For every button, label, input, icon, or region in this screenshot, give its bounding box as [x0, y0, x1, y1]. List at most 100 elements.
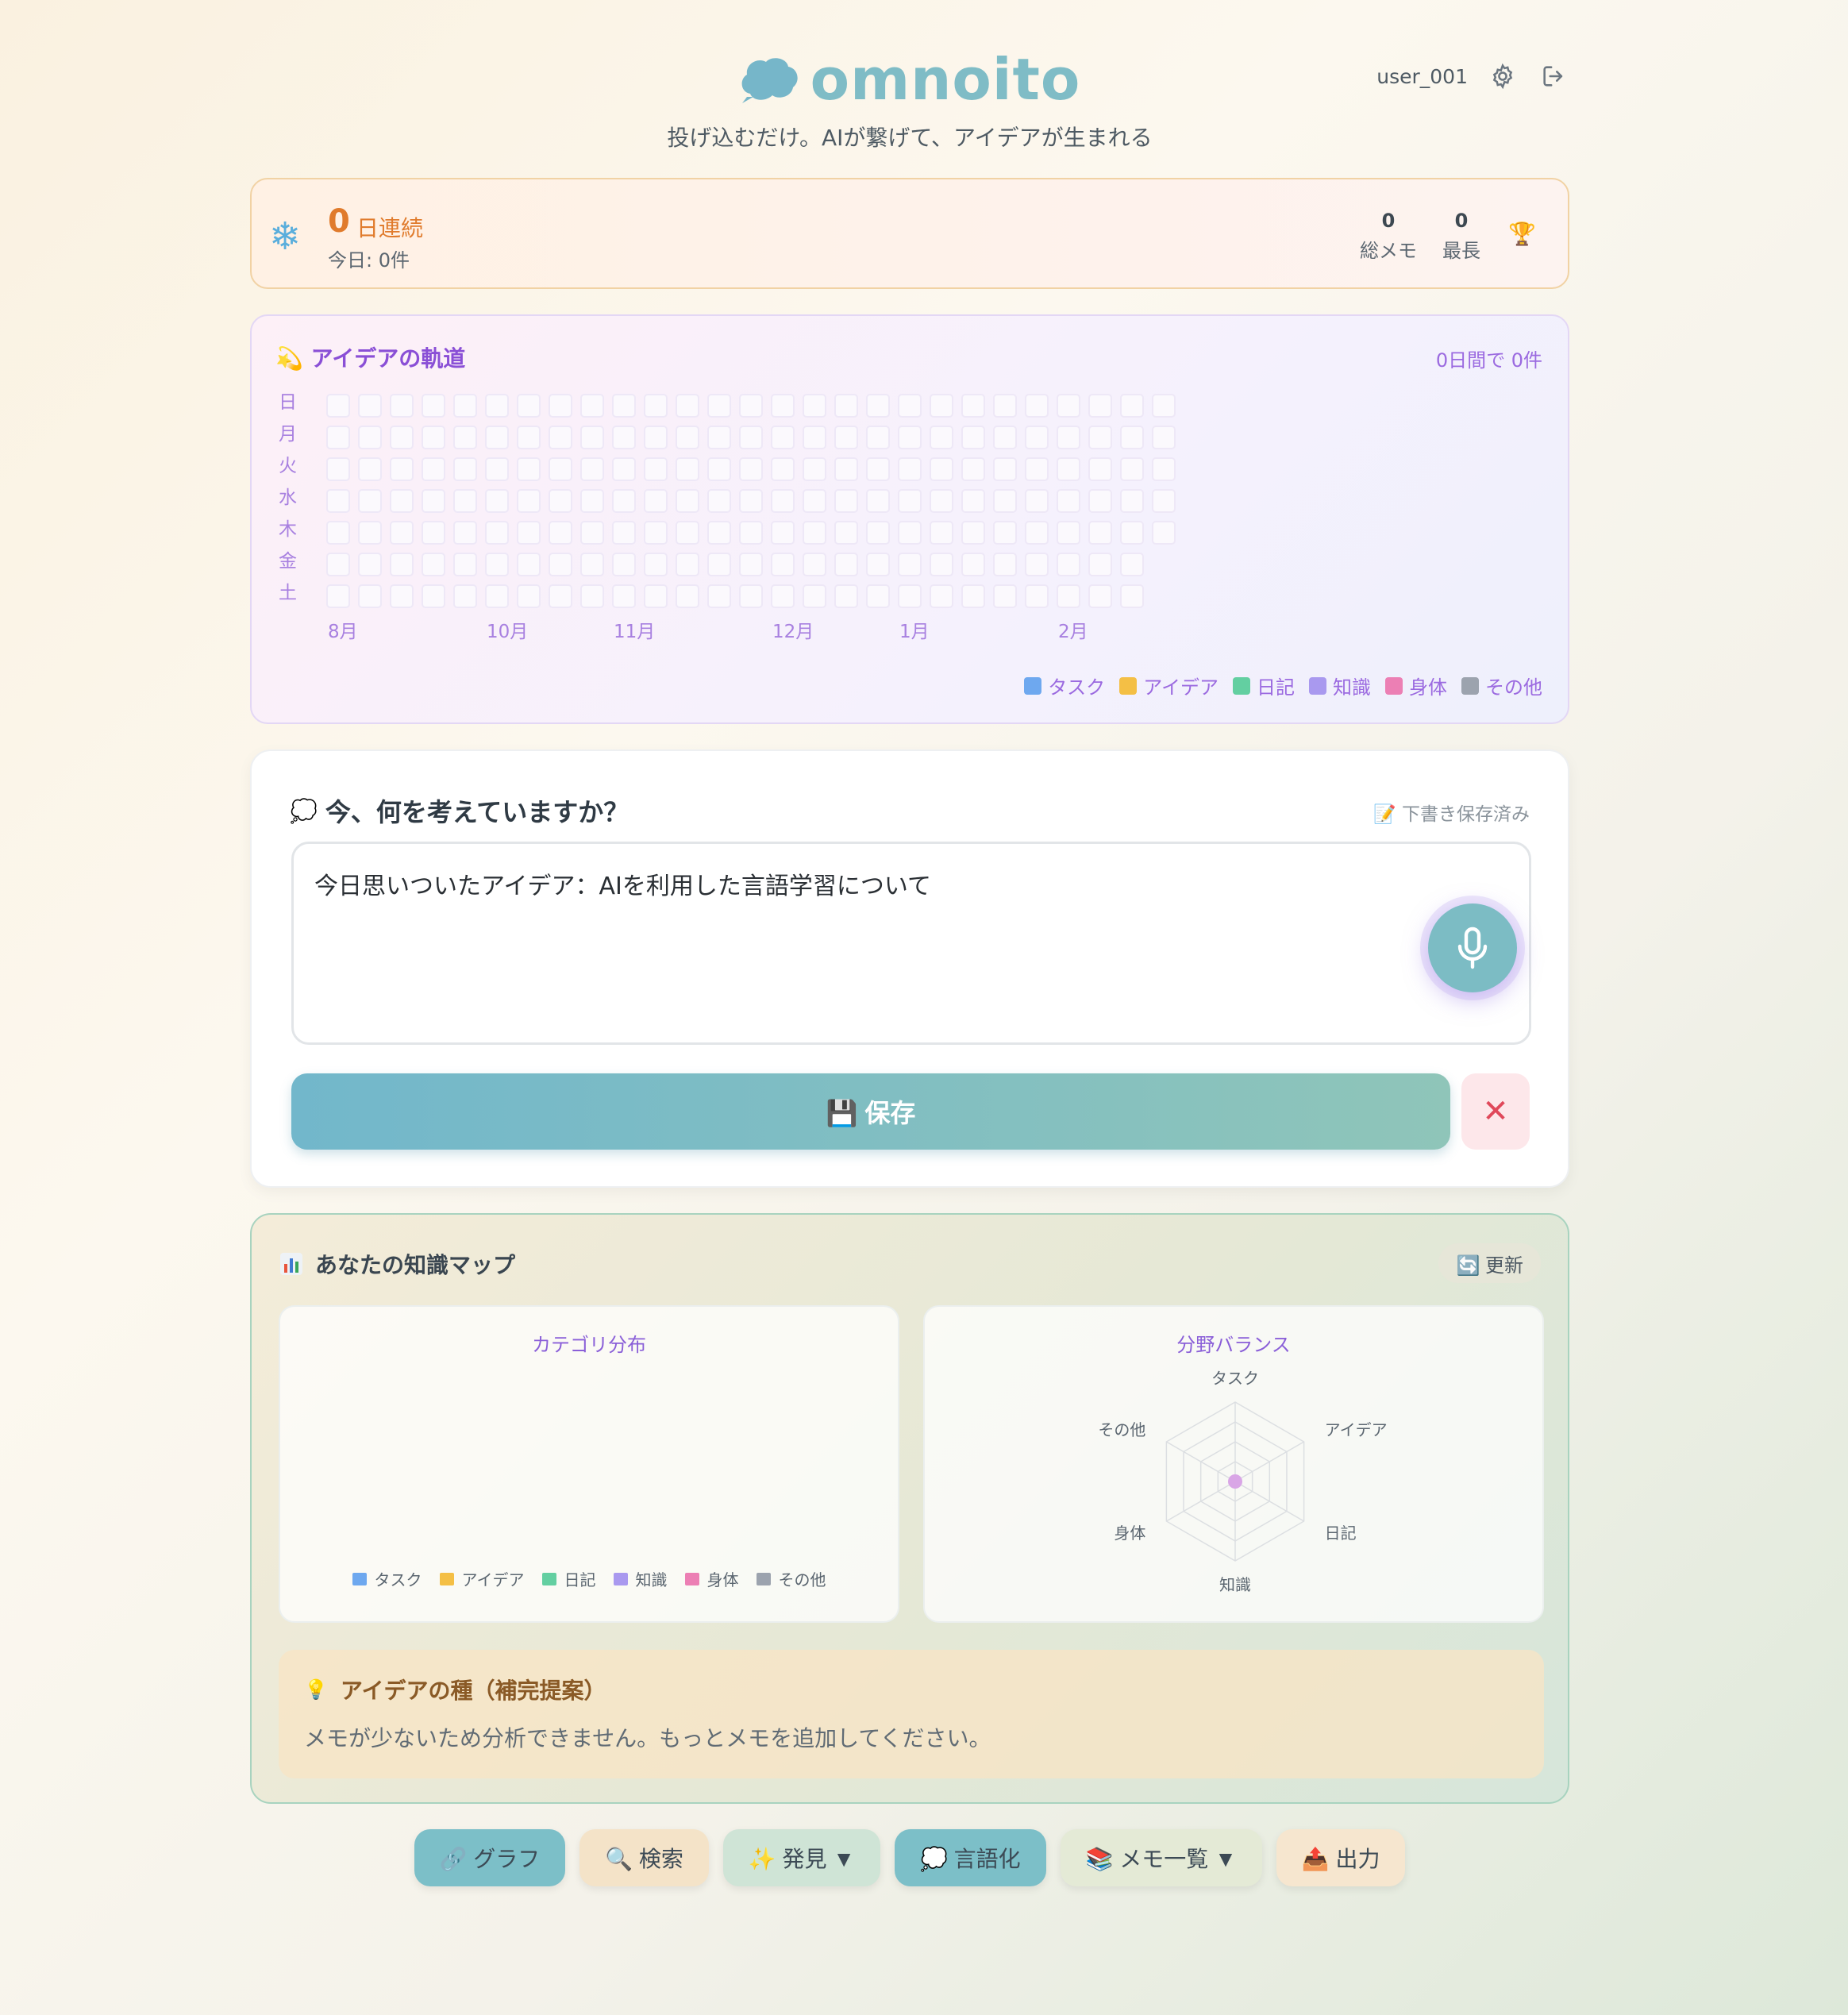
legend-label: アイデア	[461, 1570, 525, 1589]
activity-cell	[1057, 521, 1080, 545]
category-legend-item[interactable]: 知識	[613, 1567, 668, 1590]
activity-cell	[707, 426, 731, 449]
activity-cell	[993, 521, 1017, 545]
activity-cell	[422, 521, 445, 545]
category-legend-item[interactable]: アイデア	[439, 1567, 525, 1590]
month-label: 1月	[899, 622, 930, 642]
activity-cell	[612, 521, 636, 545]
activity-cell	[390, 553, 414, 576]
activity-cell	[803, 521, 826, 545]
discover-button[interactable]: ✨ 発見 ▼	[722, 1829, 880, 1886]
activity-cell	[993, 457, 1017, 481]
activity-cell	[707, 553, 731, 576]
refresh-button[interactable]: 🔄 更新	[1438, 1243, 1541, 1283]
activity-cell	[866, 394, 890, 418]
activity-cell	[961, 426, 985, 449]
legend-label: アイデア	[1143, 676, 1219, 699]
activity-cell	[485, 553, 509, 576]
activity-cell	[771, 553, 795, 576]
legend-swatch	[439, 1572, 454, 1585]
activity-cell	[549, 521, 572, 545]
legend-label: 日記	[564, 1570, 596, 1589]
kmap-title-text: あなたの知識マップ	[315, 1252, 516, 1278]
lightbulb-icon: 💡	[304, 1678, 328, 1701]
activity-cell	[549, 553, 572, 576]
activity-cell	[739, 394, 763, 418]
header: omnoito 投げ込むだけ。AIが繋げて、アイデアが生まれる user_001	[250, 0, 1569, 175]
activity-cell	[1088, 426, 1112, 449]
streak-unit: 日連続	[356, 215, 424, 241]
activity-cell	[961, 457, 985, 481]
activity-cell	[771, 457, 795, 481]
activity-cell	[517, 426, 541, 449]
activity-cell	[866, 489, 890, 513]
activity-cell	[930, 489, 953, 513]
activity-cell	[834, 553, 858, 576]
activity-cell	[549, 457, 572, 481]
activity-cell	[707, 584, 731, 608]
activity-cell	[961, 394, 985, 418]
activity-cell	[707, 521, 731, 545]
activity-cell	[961, 553, 985, 576]
activity-cell	[1025, 521, 1049, 545]
activity-cell	[676, 394, 699, 418]
graph-button[interactable]: 🔗 グラフ	[414, 1829, 566, 1886]
activity-cell	[549, 489, 572, 513]
verbalize-button[interactable]: 💭 言語化	[895, 1829, 1046, 1886]
activity-cell	[961, 584, 985, 608]
legend-label: 知識	[1333, 676, 1371, 699]
radar-axis-label: タスク	[1211, 1369, 1259, 1388]
legend-label: その他	[778, 1570, 826, 1589]
draft-status: 📝 下書き保存済み	[1373, 804, 1530, 825]
activity-cell	[1088, 394, 1112, 418]
save-button[interactable]: 💾 保存	[291, 1073, 1450, 1150]
activity-cell	[898, 584, 922, 608]
activity-cell	[644, 457, 668, 481]
clear-button[interactable]: ✕	[1461, 1073, 1530, 1150]
mic-button[interactable]	[1428, 903, 1517, 992]
streak-today: 今日: 0件	[328, 249, 410, 272]
activity-cell	[834, 584, 858, 608]
logout-icon[interactable]	[1538, 60, 1569, 92]
category-legend-item[interactable]: 日記	[541, 1567, 596, 1590]
activity-cell	[422, 553, 445, 576]
activity-cell	[993, 553, 1017, 576]
day-label: 月	[279, 424, 297, 445]
memo-list-button[interactable]: 📚 メモ一覧 ▼	[1060, 1829, 1262, 1886]
activity-cell	[390, 584, 414, 608]
activity-cell	[326, 553, 350, 576]
radar-axis-label: 知識	[1219, 1575, 1251, 1594]
activity-cell	[644, 521, 668, 545]
activity-cell	[358, 584, 382, 608]
memo-textarea[interactable]	[291, 842, 1531, 1045]
activity-cell	[803, 553, 826, 576]
export-button[interactable]: 📤 出力	[1276, 1829, 1406, 1886]
activity-cell	[898, 521, 922, 545]
activity-cell	[453, 521, 477, 545]
legend-label: 知識	[635, 1570, 668, 1589]
activity-cell	[326, 426, 350, 449]
activity-cell	[930, 394, 953, 418]
category-legend-item[interactable]: 身体	[684, 1567, 739, 1590]
idea-seed-panel: 💡 アイデアの種（補完提案） メモが少ないため分析できません。もっとメモを追加し…	[279, 1650, 1544, 1778]
activity-cell	[1057, 457, 1080, 481]
activity-cell	[707, 457, 731, 481]
activity-cell	[930, 457, 953, 481]
activity-cell	[612, 394, 636, 418]
activity-cell	[326, 489, 350, 513]
search-button[interactable]: 🔍 検索	[579, 1829, 709, 1886]
category-legend-item[interactable]: タスク	[352, 1567, 422, 1590]
activity-cell	[326, 457, 350, 481]
streak-card: ❄ 0 日連続 今日: 0件 0 総メモ 0 最長 🏆	[250, 178, 1569, 289]
activity-cell	[644, 426, 668, 449]
activity-cell	[1120, 584, 1144, 608]
trophy-icon: 🏆	[1508, 221, 1536, 247]
activity-cell	[326, 394, 350, 418]
brain-icon	[741, 58, 798, 103]
activity-cell	[1025, 457, 1049, 481]
activity-cell	[1088, 489, 1112, 513]
input-title-text: 今、何を考えていますか？	[325, 797, 629, 827]
gear-icon[interactable]	[1487, 60, 1519, 92]
category-legend-item[interactable]: その他	[756, 1567, 826, 1590]
idea-trajectory-card: 💫 アイデアの軌道 0日間で 0件 日 月 火 水 木 金 土 8月 10月 1…	[250, 314, 1569, 724]
